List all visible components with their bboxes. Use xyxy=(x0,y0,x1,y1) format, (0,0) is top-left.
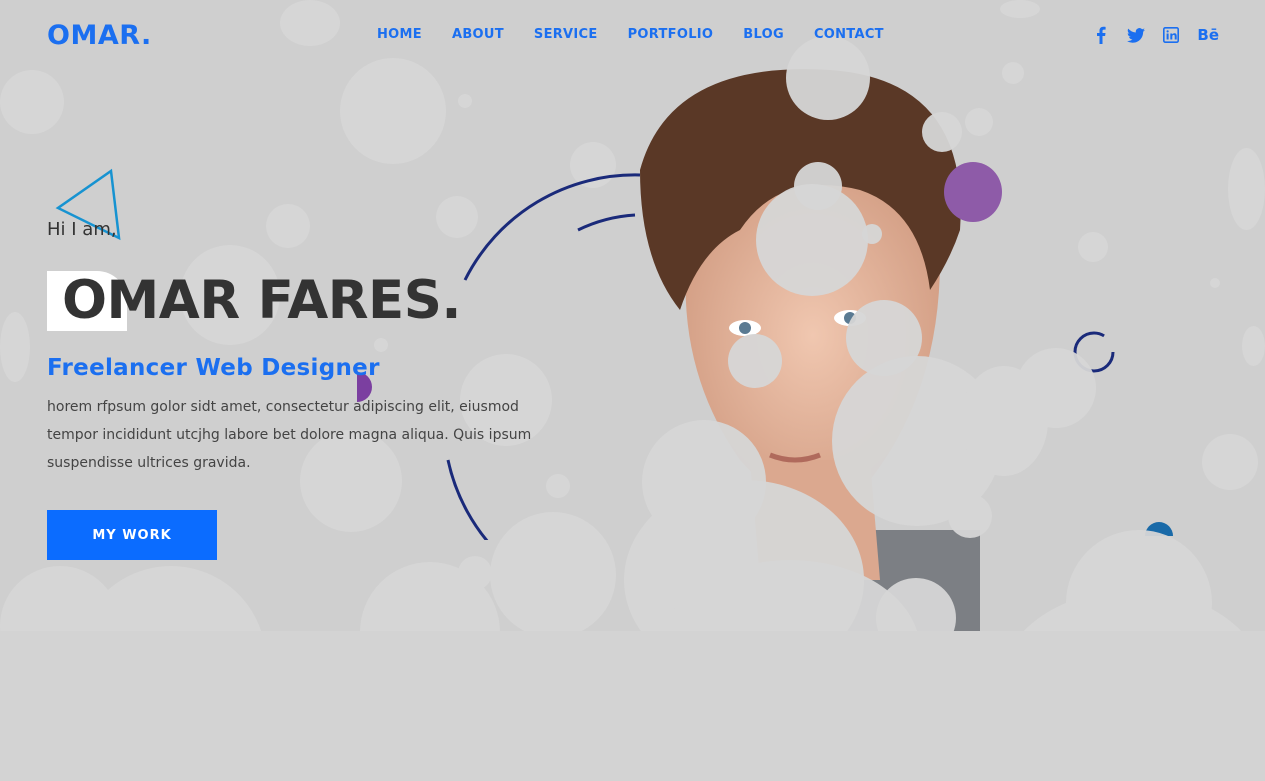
hero-description: horem rfpsum golor sidt amet, consectetu… xyxy=(47,399,532,471)
facebook-icon[interactable] xyxy=(1092,26,1110,44)
hero-greeting: Hi I am, xyxy=(47,219,117,240)
hero-name-block: OMAR FARES. xyxy=(47,271,547,331)
small-ring-decoration xyxy=(1073,331,1115,373)
hero-section: Hi I am, OMAR FARES. Freelancer Web Desi… xyxy=(47,210,547,477)
nav-portfolio[interactable]: PORTFOLIO xyxy=(628,27,714,42)
social-links: Bē xyxy=(1092,26,1219,44)
twitter-icon[interactable] xyxy=(1127,26,1146,44)
nav-contact[interactable]: CONTACT xyxy=(814,27,884,42)
my-work-button[interactable]: MY WORK xyxy=(47,510,217,560)
nav-blog[interactable]: BLOG xyxy=(743,27,784,42)
site-header: OMAR. HOME ABOUT SERVICE PORTFOLIO BLOG … xyxy=(0,0,1265,72)
linkedin-icon[interactable] xyxy=(1162,26,1180,44)
behance-icon[interactable]: Bē xyxy=(1197,26,1219,44)
nav-home[interactable]: HOME xyxy=(377,27,422,42)
hero-role: Freelancer Web Designer xyxy=(47,355,380,381)
hero-name: OMAR FARES. xyxy=(62,270,462,331)
purple-circle-decoration xyxy=(944,162,1002,222)
blue-half-decoration xyxy=(1145,522,1173,536)
portrait-image xyxy=(640,69,980,680)
site-logo[interactable]: OMAR. xyxy=(47,20,152,51)
nav-about[interactable]: ABOUT xyxy=(452,27,504,42)
nav-service[interactable]: SERVICE xyxy=(534,27,598,42)
main-nav: HOME ABOUT SERVICE PORTFOLIO BLOG CONTAC… xyxy=(377,27,884,42)
